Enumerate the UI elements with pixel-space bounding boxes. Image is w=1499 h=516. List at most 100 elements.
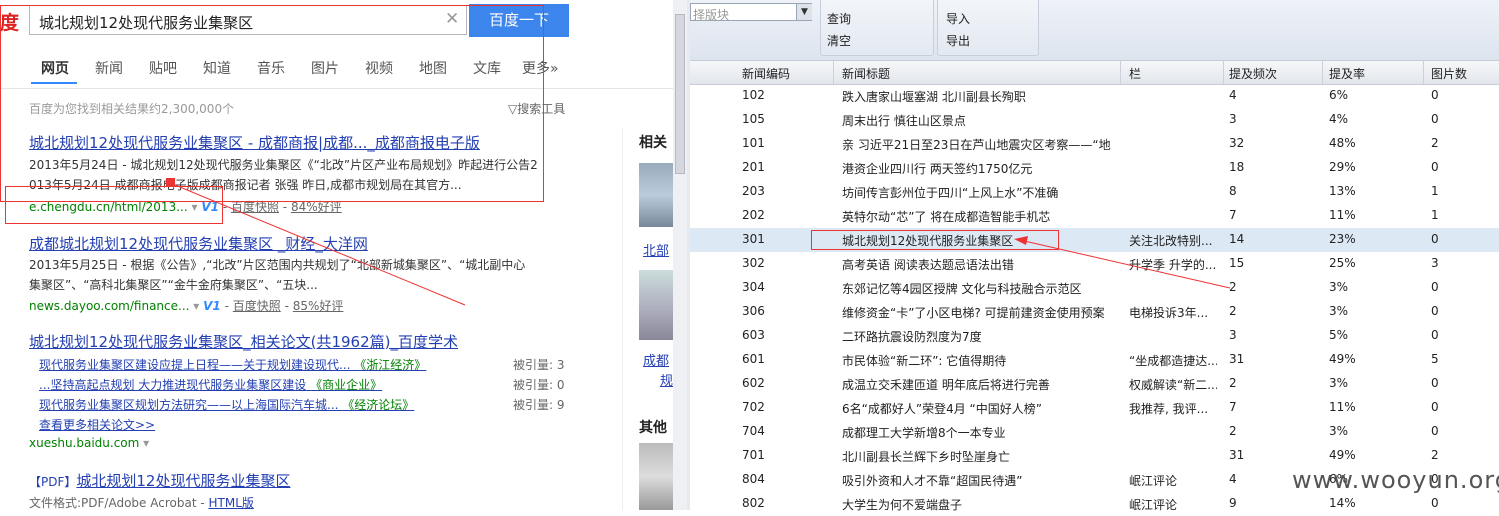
- table-row[interactable]: 704 成都理工大学新增8个一本专业 2 3% 0: [690, 420, 1499, 444]
- cell-pics: 0: [1431, 304, 1439, 318]
- paper-source: 《经济论坛》: [342, 398, 415, 412]
- col-header-pics[interactable]: 图片数: [1431, 65, 1467, 82]
- col-header-freq[interactable]: 提及频次: [1229, 65, 1277, 82]
- paper-title[interactable]: 现代服务业集聚区规划方法研究——以上海国际汽车城...: [39, 398, 338, 412]
- more-papers-link[interactable]: 查看更多相关论文>>: [39, 416, 155, 433]
- cell-code: 701: [742, 448, 765, 462]
- cell-code: 602: [742, 376, 765, 390]
- file-format: 文件格式:PDF/Adobe Acrobat - HTML版: [29, 494, 254, 510]
- col-separator[interactable]: [1322, 61, 1323, 84]
- col-separator[interactable]: [833, 61, 834, 84]
- paper-title[interactable]: 现代服务业集聚区建设应提上日程——关于规划建设现代...: [39, 358, 350, 372]
- col-separator[interactable]: [1423, 61, 1424, 84]
- chevron-down-icon[interactable]: ▾: [193, 299, 203, 313]
- clear-button[interactable]: 清空: [827, 32, 851, 49]
- paper-source: 《浙江经济》: [354, 358, 427, 372]
- related-link-1[interactable]: 北部: [643, 240, 669, 259]
- cell-col: 电梯投诉3年...: [1129, 306, 1209, 320]
- table-row[interactable]: 203 坊间传言彭州位于四川“上风上水”不准确 8 13% 1: [690, 180, 1499, 204]
- table-row[interactable]: 702 6名“成都好人”荣登4月 “中国好人榜” 我推荐, 我评... 7 11% 0: [690, 396, 1499, 420]
- vertical-scrollbar[interactable]: [673, 0, 688, 510]
- col-separator[interactable]: [1223, 61, 1224, 84]
- related-image-3[interactable]: [639, 443, 673, 510]
- table-row[interactable]: 304 东郊记忆等4园区授牌 文化与科技融合示范区 2 3% 0: [690, 276, 1499, 300]
- cell-freq: 31: [1229, 448, 1245, 462]
- table-row[interactable]: 101 亲 习近平21日至23日在芦山地震灾区考察——“地... 32 48% 2: [690, 132, 1499, 156]
- cell-code: 804: [742, 472, 765, 486]
- verified-v-icon[interactable]: V1: [203, 299, 221, 313]
- export-button[interactable]: 导出: [946, 32, 970, 49]
- result-url-text[interactable]: news.dayoo.com/finance...: [29, 299, 189, 313]
- result-title-3[interactable]: 城北规划12处现代服务业集聚区_相关论文(共1962篇)_百度学术: [29, 331, 458, 352]
- table-row[interactable]: 701 北川副县长兰辉下乡时坠崖身亡 31 49% 2: [690, 444, 1499, 468]
- import-button[interactable]: 导入: [946, 10, 970, 27]
- html-version-link[interactable]: HTML版: [208, 496, 253, 510]
- cell-title: 高考英语 阅读表达题忌语法出错: [842, 258, 1014, 272]
- cell-code: 105: [742, 112, 765, 126]
- scrollbar-thumb[interactable]: [675, 14, 685, 174]
- chevron-down-icon[interactable]: ▾: [139, 436, 149, 450]
- table-row[interactable]: 603 二环路抗震设防烈度为7度 3 5% 0: [690, 324, 1499, 348]
- cell-col: 岷江评论: [1129, 474, 1178, 488]
- table-row[interactable]: 105 周末出行 慎往山区景点 3 4% 0: [690, 108, 1499, 132]
- col-header-column[interactable]: 栏: [1129, 65, 1141, 82]
- related-link-2[interactable]: 成都: [643, 350, 669, 369]
- chevron-down-icon[interactable]: ▼: [796, 4, 812, 20]
- snapshot-link[interactable]: 百度快照: [231, 200, 279, 214]
- paper-title[interactable]: ...坚持高起点规划 大力推进现代服务业集聚区建设: [39, 378, 306, 392]
- col-separator[interactable]: [1120, 61, 1121, 84]
- result-snippet-2b: 集聚区”、“高科北集聚区”“金牛金府集聚区”、“五块...: [29, 278, 318, 292]
- cell-freq: 4: [1229, 472, 1237, 486]
- table-row[interactable]: 302 高考英语 阅读表达题忌语法出错 升学季 升学的... 15 25% 3: [690, 252, 1499, 276]
- snapshot-link[interactable]: 百度快照: [233, 299, 281, 313]
- cell-code: 603: [742, 328, 765, 342]
- cell-rate: 3%: [1329, 424, 1349, 438]
- grid-body: 102 跌入唐家山堰塞湖 北川副县长殉职 4 6% 0 105 周末出行 慎往山区景点 3 4%…: [690, 84, 1499, 512]
- result-title-2[interactable]: 成都城北规划12处现代服务业集聚区 _财经_大洋网: [29, 233, 368, 254]
- table-row[interactable]: 202 英特尔动“芯”了 将在成都造智能手机芯 7 11% 1: [690, 204, 1499, 228]
- cell-pics: 0: [1431, 376, 1439, 390]
- table-row[interactable]: 601 市民体验“新二环”: 它值得期待 “坐成都造捷达... 31 49% 5: [690, 348, 1499, 372]
- cell-code: 306: [742, 304, 765, 318]
- cell-freq: 2: [1229, 376, 1237, 390]
- col-header-code[interactable]: 新闻编码: [742, 65, 790, 82]
- col-header-rate[interactable]: 提及率: [1329, 65, 1365, 82]
- cell-freq: 15: [1229, 256, 1245, 270]
- table-row[interactable]: 201 港资企业四川行 两天签约1750亿元 18 29% 0: [690, 156, 1499, 180]
- cell-code: 802: [742, 496, 765, 510]
- block-select[interactable]: 择版块 ▼: [690, 3, 812, 22]
- related-image-2[interactable]: [639, 270, 673, 340]
- rating-link[interactable]: 84%好评: [291, 200, 342, 214]
- cell-pics: 1: [1431, 208, 1439, 222]
- related-image-1[interactable]: [639, 163, 673, 227]
- cell-rate: 49%: [1329, 448, 1356, 462]
- paper-link-1[interactable]: 现代服务业集聚区建设应提上日程——关于规划建设现代... 《浙江经济》: [39, 356, 426, 373]
- news-grid: 新闻编码 新闻标题 栏 提及频次 提及率 图片数 102 跌入唐家山堰塞湖 北川副…: [690, 61, 1499, 512]
- result-title-4[interactable]: 城北规划12处现代服务业集聚区: [76, 472, 290, 490]
- cell-rate: 4%: [1329, 112, 1349, 126]
- result-url-text[interactable]: xueshu.baidu.com: [29, 436, 139, 450]
- table-row[interactable]: 306 维修资金“卡”了小区电梯? 可提前建资金使用预案 电梯投诉3年... 2 3% 0: [690, 300, 1499, 324]
- rating-link[interactable]: 85%好评: [293, 299, 344, 313]
- table-row[interactable]: 602 成温立交禾建匝道 明年底后将进行完善 权威解读“新二... 2 3% 0: [690, 372, 1499, 396]
- cell-pics: 3: [1431, 256, 1439, 270]
- col-header-title[interactable]: 新闻标题: [842, 65, 890, 82]
- cell-rate: 13%: [1329, 184, 1356, 198]
- cell-freq: 7: [1229, 208, 1237, 222]
- cell-pics: 0: [1431, 424, 1439, 438]
- cell-pics: 0: [1431, 160, 1439, 174]
- cell-freq: 14: [1229, 232, 1245, 246]
- cell-col: 关注北改特别...: [1129, 234, 1213, 248]
- result-4: 【PDF】城北规划12处现代服务业集聚区: [29, 470, 290, 491]
- related-link-2b[interactable]: 规: [660, 370, 673, 389]
- cell-pics: 5: [1431, 352, 1439, 366]
- cell-rate: 11%: [1329, 400, 1356, 414]
- baidu-results-pane: 度 城北规划12处现代服务业集聚区 ✕ 百度一下 网页 新闻 贴吧 知道 音乐 …: [0, 0, 673, 510]
- query-button[interactable]: 查询: [827, 10, 851, 27]
- cell-col: 升学季 升学的...: [1129, 258, 1217, 272]
- paper-link-3[interactable]: 现代服务业集聚区规划方法研究——以上海国际汽车城... 《经济论坛》: [39, 396, 414, 413]
- paper-link-2[interactable]: ...坚持高起点规划 大力推进现代服务业集聚区建设 《商业企业》: [39, 376, 382, 393]
- file-format-text: 文件格式:PDF/Adobe Acrobat -: [29, 496, 209, 510]
- table-row[interactable]: 802 大学生为何不爱端盘子 岷江评论 9 14% 0: [690, 492, 1499, 516]
- table-row[interactable]: 102 跌入唐家山堰塞湖 北川副县长殉职 4 6% 0: [690, 84, 1499, 108]
